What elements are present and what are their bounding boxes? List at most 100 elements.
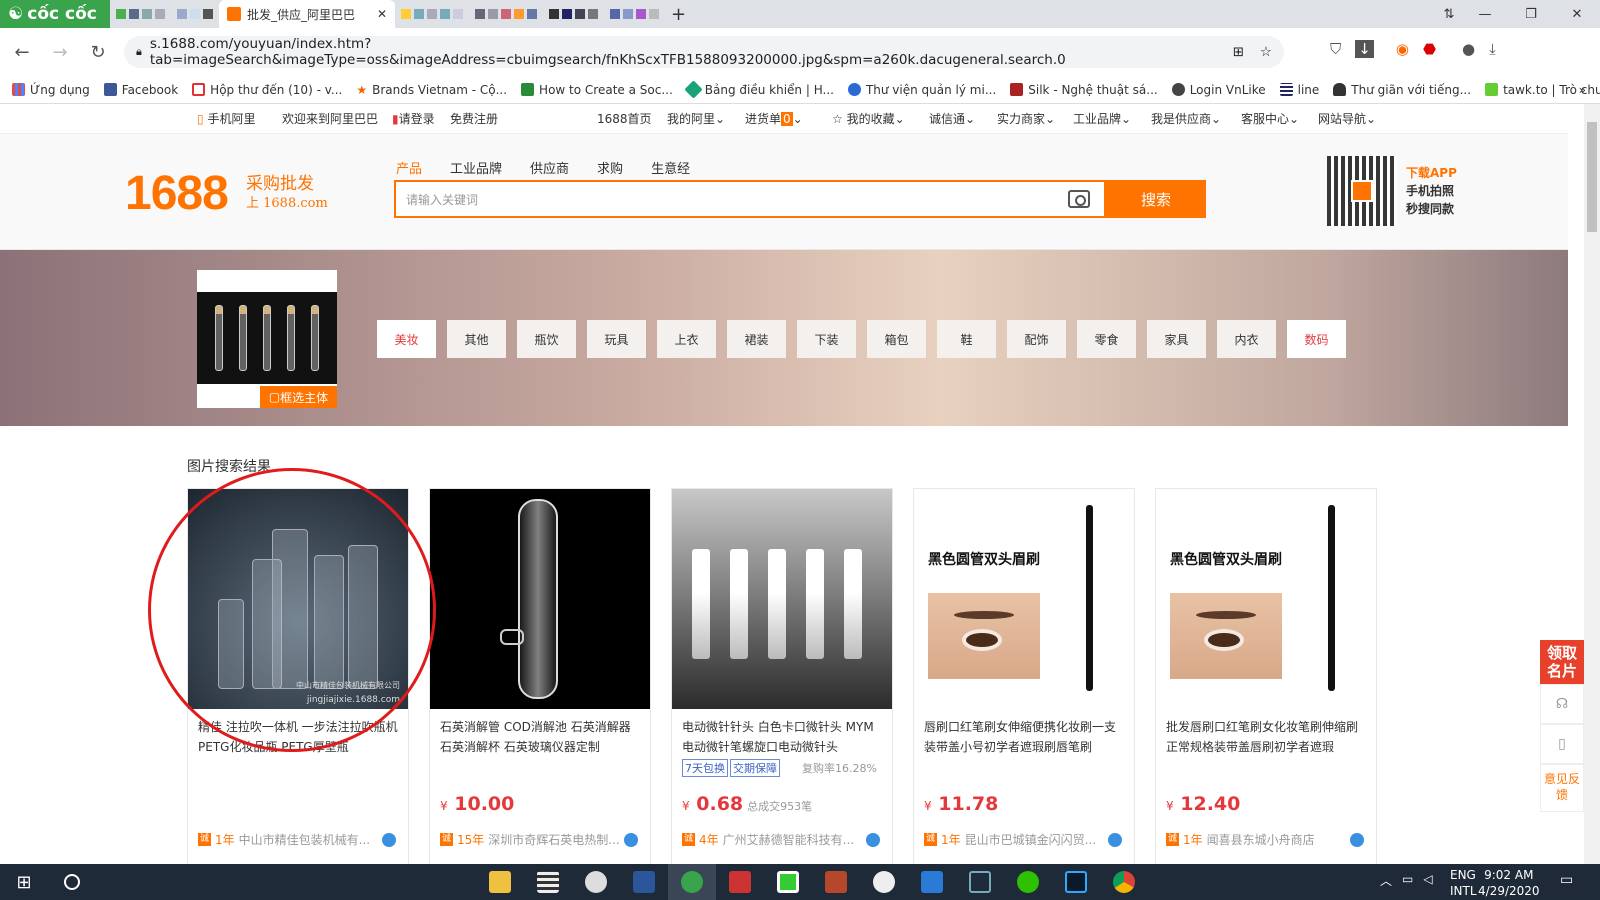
search-tab-products[interactable]: 产品: [396, 158, 422, 177]
scrollbar-thumb[interactable]: [1587, 122, 1597, 232]
taskbar-app[interactable]: [620, 864, 668, 900]
network-icon[interactable]: ▭: [1402, 872, 1413, 889]
wangwang-chat-icon[interactable]: [866, 833, 880, 847]
category-chip[interactable]: 内衣: [1217, 320, 1276, 358]
nav-my-ali[interactable]: 我的阿里⌄: [667, 110, 725, 127]
product-title[interactable]: 唇刷口红笔刷女伸缩便携化妆刷一支装带盖小号初学者遮瑕刷唇笔刷: [914, 709, 1134, 765]
product-image[interactable]: 黑色圆管双头眉刷: [914, 489, 1134, 709]
nav-cart[interactable]: 进货单 0 ⌄: [745, 110, 803, 127]
tab-active[interactable]: 批发_供应_阿里巴巴 ✕: [219, 0, 395, 28]
close-window-button[interactable]: ✕: [1554, 0, 1600, 28]
mobile-ali-link[interactable]: ▯ 手机阿里: [197, 110, 255, 127]
search-tab-brands[interactable]: 工业品牌: [450, 158, 502, 177]
product-image[interactable]: 黑色圆管双头眉刷: [1156, 489, 1376, 709]
forward-button[interactable]: →: [44, 36, 76, 68]
product-card[interactable]: 电动微针针头 白色卡口微针头 MYM 电动微针笔螺旋口电动微针头 7天包换 交期保…: [671, 488, 893, 864]
start-button[interactable]: ⊞: [0, 864, 48, 900]
product-image[interactable]: [430, 489, 650, 709]
site-logo[interactable]: 1688: [125, 166, 229, 221]
category-chip[interactable]: 家具: [1147, 320, 1206, 358]
category-chip[interactable]: 配饰: [1007, 320, 1066, 358]
bookmark-item[interactable]: Login VnLike: [1171, 83, 1266, 97]
nav-supplier[interactable]: 我是供应商⌄: [1151, 110, 1221, 127]
category-chip[interactable]: 箱包: [867, 320, 926, 358]
bookmark-item[interactable]: ★ Brands Vietnam - Cộ...: [356, 83, 507, 97]
category-chip[interactable]: 裙装: [727, 320, 786, 358]
seller-info[interactable]: 诚 4年 广州艾赫德智能科技有...: [682, 831, 854, 848]
taskbar-app[interactable]: [1052, 864, 1100, 900]
wangwang-chat-icon[interactable]: [382, 833, 396, 847]
seller-info[interactable]: 诚 1年 中山市精佳包装机械有...: [198, 831, 370, 848]
shield-icon[interactable]: ⛉: [1330, 40, 1341, 58]
tab-inactive[interactable]: [395, 0, 469, 28]
product-title[interactable]: 批发唇刷口红笔刷女化妆笔刷伸缩刷正常规格装带盖唇刷初学者遮瑕: [1156, 709, 1376, 765]
more-bookmarks-icon[interactable]: »: [1579, 83, 1586, 97]
download-app-block[interactable]: 下载APP 手机拍照 秒搜同款: [1406, 164, 1457, 218]
taskbar-app[interactable]: [956, 864, 1004, 900]
search-tab-suppliers[interactable]: 供应商: [530, 158, 569, 177]
nav-service[interactable]: 客服中心⌄: [1241, 110, 1299, 127]
seller-info[interactable]: 诚 15年 深圳市奇辉石英电热制...: [440, 831, 620, 848]
category-chip[interactable]: 零食: [1077, 320, 1136, 358]
headset-icon[interactable]: ☊: [1540, 684, 1584, 724]
taskbar-app[interactable]: [716, 864, 764, 900]
product-title[interactable]: 精佳 注拉吹一体机 一步法注拉吹瓶机 PETG化妆品瓶 PETG厚壁瓶: [188, 709, 408, 765]
category-chip[interactable]: 数码: [1287, 320, 1346, 358]
taskbar-app[interactable]: [908, 864, 956, 900]
nav-strong-merchant[interactable]: 实力商家⌄: [997, 110, 1055, 127]
taskbar-clock[interactable]: 9:02 AM 4/29/2020: [1478, 867, 1540, 899]
bookmark-item[interactable]: Hộp thư đến (10) - v...: [192, 83, 342, 97]
new-tab-button[interactable]: +: [665, 0, 692, 28]
back-button[interactable]: ←: [6, 36, 38, 68]
mobile-icon[interactable]: ▯: [1540, 724, 1584, 764]
close-tab-icon[interactable]: ✕: [377, 7, 387, 21]
bookmark-item[interactable]: Thư giãn với tiếng...: [1333, 83, 1471, 97]
bookmark-item[interactable]: Facebook: [103, 83, 178, 97]
category-chip[interactable]: 上衣: [657, 320, 716, 358]
search-tab-business[interactable]: 生意经: [651, 158, 690, 177]
wangwang-chat-icon[interactable]: [1350, 833, 1364, 847]
nav-industrial-brands[interactable]: 工业品牌⌄: [1073, 110, 1131, 127]
bookmark-item[interactable]: line: [1279, 83, 1319, 97]
tray-arrow-icon[interactable]: ︿: [1380, 872, 1392, 889]
translate-icon[interactable]: ⊞: [1233, 44, 1244, 60]
nav-site-map[interactable]: 网站导航⌄: [1318, 110, 1376, 127]
nav-favorites[interactable]: ☆ 我的收藏⌄: [832, 110, 905, 127]
frame-subject-button[interactable]: ▢ 框选主体: [260, 386, 337, 408]
notifications-icon[interactable]: ▭: [1560, 872, 1573, 888]
search-tab-purchase[interactable]: 求购: [597, 158, 623, 177]
download-icon[interactable]: ↓: [1355, 40, 1374, 58]
register-link[interactable]: 免费注册: [450, 110, 498, 127]
search-input[interactable]: 请输入关键词: [394, 180, 1106, 218]
address-bar[interactable]: 🔒︎ s.1688.com/youyuan/index.htm?tab=imag…: [124, 36, 1284, 68]
bookmark-item[interactable]: Thư viện quản lý mi...: [847, 83, 996, 97]
search-button-taskbar[interactable]: [48, 864, 96, 900]
query-image-thumbnail[interactable]: ▢ 框选主体: [197, 270, 337, 408]
page-scrollbar[interactable]: [1584, 104, 1600, 864]
nav-home[interactable]: 1688首页: [597, 110, 652, 127]
get-card-button[interactable]: 领取名片: [1540, 640, 1584, 684]
taskbar-app[interactable]: [572, 864, 620, 900]
category-chip[interactable]: 玩具: [587, 320, 646, 358]
minimize-button[interactable]: —: [1462, 0, 1508, 28]
bookmark-item[interactable]: Silk - Nghệ thuật sá...: [1010, 83, 1158, 97]
product-card[interactable]: 石英消解管 COD消解池 石英消解器 石英消解杯 石英玻璃仪器定制 ¥ 10.0…: [429, 488, 651, 864]
downloads-icon[interactable]: ⤓: [1489, 40, 1496, 58]
language-indicator[interactable]: ENG INTL: [1450, 867, 1477, 899]
product-image[interactable]: [672, 489, 892, 709]
product-title[interactable]: 石英消解管 COD消解池 石英消解器 石英消解杯 石英玻璃仪器定制: [430, 709, 650, 765]
seller-info[interactable]: 诚 1年 昆山市巴城镇金闪闪贸...: [924, 831, 1096, 848]
taskbar-app[interactable]: [1004, 864, 1052, 900]
taskbar-app[interactable]: [476, 864, 524, 900]
product-card[interactable]: 黑色圆管双头眉刷 批发唇刷口红笔刷女化妆笔刷伸缩刷正常规格装带盖唇刷初学者遮瑕 …: [1155, 488, 1377, 864]
browser-logo[interactable]: ☯ cốc cốc: [0, 0, 110, 28]
wangwang-chat-icon[interactable]: [1108, 833, 1122, 847]
feedback-button[interactable]: 意见反馈: [1540, 764, 1584, 812]
taskbar-app[interactable]: [860, 864, 908, 900]
bookmark-item[interactable]: Ứng dụng: [12, 83, 90, 97]
taskbar-app[interactable]: [812, 864, 860, 900]
adblock-icon[interactable]: ⬣: [1423, 40, 1436, 58]
category-chip[interactable]: 美妆: [377, 320, 436, 358]
tab-inactive[interactable]: [469, 0, 543, 28]
taskbar-app-active[interactable]: [668, 864, 716, 900]
